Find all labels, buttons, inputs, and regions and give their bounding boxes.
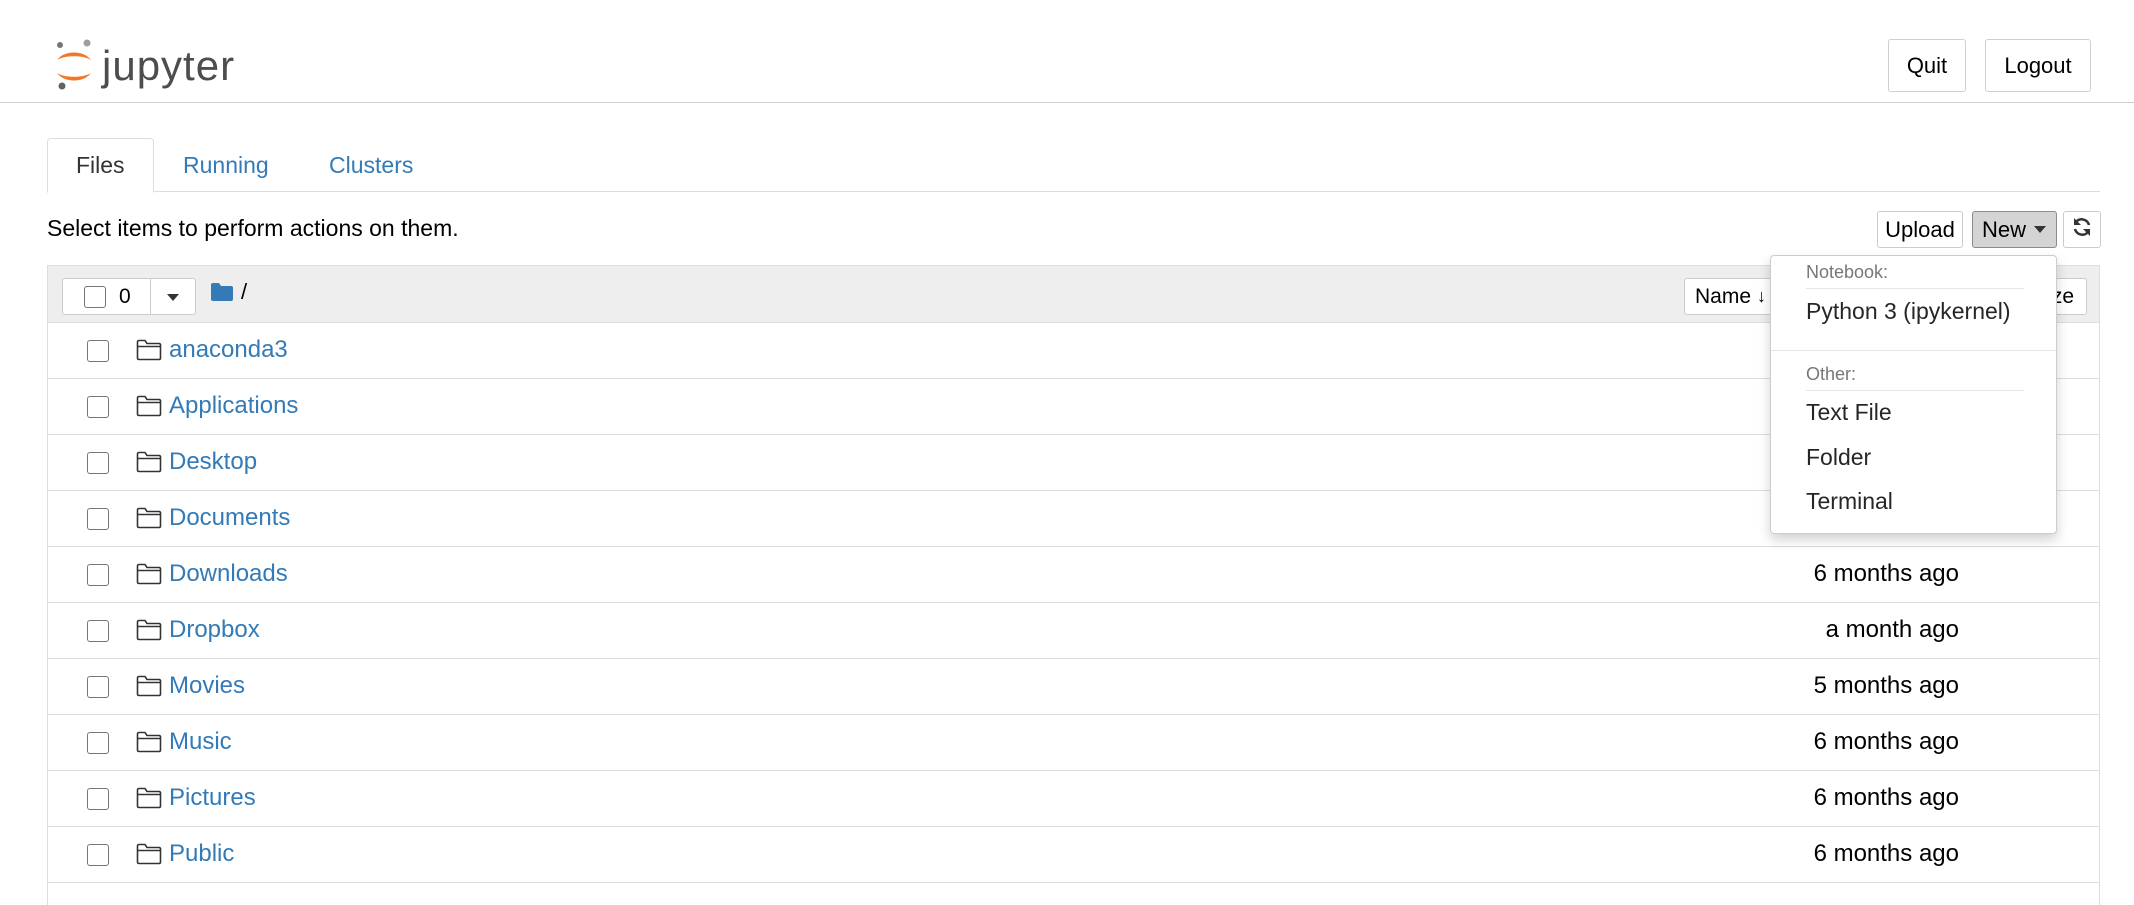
select-all-checkbox[interactable]	[84, 286, 106, 308]
row-checkbox[interactable]	[87, 396, 109, 418]
file-name-link[interactable]: Pictures	[169, 784, 256, 812]
file-modified-time: 6 months ago	[1813, 560, 1959, 587]
file-modified-time: 6 months ago	[1813, 784, 1959, 811]
jupyter-logo[interactable]: jupyter	[54, 38, 235, 94]
file-name-link[interactable]: Movies	[169, 672, 245, 700]
selection-hint: Select items to perform actions on them.	[47, 215, 459, 241]
menu-item-python3-notebook[interactable]: Python 3 (ipykernel)	[1806, 298, 2011, 325]
row-checkbox[interactable]	[87, 788, 109, 810]
file-row[interactable]: Dropbox a month ago	[48, 603, 2099, 659]
row-checkbox[interactable]	[87, 620, 109, 642]
file-row[interactable]: Movies 5 months ago	[48, 659, 2099, 715]
file-row[interactable]: Music 6 months ago	[48, 715, 2099, 771]
folder-outline-icon	[136, 731, 162, 753]
new-dropdown-menu: Notebook: Python 3 (ipykernel) Other: Te…	[1770, 255, 2057, 534]
folder-outline-icon	[136, 507, 162, 529]
refresh-icon	[2071, 216, 2093, 244]
new-button-label: New	[1982, 216, 2027, 242]
quit-button[interactable]: Quit	[1888, 39, 1966, 92]
menu-item-folder[interactable]: Folder	[1806, 444, 1871, 471]
folder-outline-icon	[136, 451, 162, 473]
caret-down-icon	[2034, 226, 2047, 233]
folder-outline-icon	[136, 563, 162, 585]
sort-name-label: Name	[1695, 284, 1752, 308]
jupyter-logo-text: jupyter	[102, 42, 236, 89]
file-row[interactable]: Pictures 6 months ago	[48, 771, 2099, 827]
refresh-button[interactable]	[2063, 211, 2101, 248]
file-name-link[interactable]: Documents	[169, 504, 290, 532]
file-name-link[interactable]: anaconda3	[169, 336, 288, 364]
file-modified-time: a month ago	[1825, 616, 1959, 643]
file-modified-time: 5 months ago	[1813, 672, 1959, 699]
menu-header-underline	[1806, 390, 2024, 391]
file-row[interactable]: Public 6 months ago	[48, 827, 2099, 883]
selected-count: 0	[119, 285, 131, 308]
file-name-link[interactable]: Desktop	[169, 448, 257, 476]
tab-bar: Files Running Clusters	[47, 138, 2100, 193]
upload-button[interactable]: Upload	[1877, 211, 1963, 248]
tab-files[interactable]: Files	[47, 138, 154, 193]
row-checkbox[interactable]	[87, 676, 109, 698]
folder-outline-icon	[136, 339, 162, 361]
caret-down-icon	[167, 294, 179, 301]
file-name-link[interactable]: Downloads	[169, 560, 288, 588]
folder-outline-icon	[136, 675, 162, 697]
tab-running[interactable]: Running	[155, 138, 297, 192]
row-checkbox[interactable]	[87, 508, 109, 530]
row-checkbox[interactable]	[87, 340, 109, 362]
folder-outline-icon	[136, 395, 162, 417]
row-checkbox[interactable]	[87, 564, 109, 586]
file-modified-time: 6 months ago	[1813, 840, 1959, 867]
file-name-link[interactable]: Applications	[169, 392, 298, 420]
menu-header-underline	[1806, 288, 2024, 289]
jupyter-logo-icon	[54, 38, 98, 94]
logout-button[interactable]: Logout	[1985, 39, 2091, 92]
folder-outline-icon	[136, 787, 162, 809]
file-name-link[interactable]: Public	[169, 840, 234, 868]
folder-outline-icon	[136, 843, 162, 865]
menu-item-text-file[interactable]: Text File	[1806, 399, 1892, 426]
file-modified-time: 6 months ago	[1813, 728, 1959, 755]
menu-header-notebook: Notebook:	[1806, 262, 1889, 282]
menu-item-terminal[interactable]: Terminal	[1806, 488, 1893, 515]
file-row[interactable]: Downloads 6 months ago	[48, 547, 2099, 603]
menu-header-other: Other:	[1806, 364, 1857, 384]
folder-outline-icon	[136, 619, 162, 641]
tab-clusters[interactable]: Clusters	[301, 138, 441, 192]
row-checkbox[interactable]	[87, 452, 109, 474]
select-all-group: 0	[62, 278, 196, 315]
app-header: jupyter Quit Logout	[0, 0, 2134, 103]
folder-icon[interactable]	[211, 283, 233, 306]
menu-divider	[1771, 350, 2056, 351]
arrow-down-icon: ↓	[1757, 286, 1767, 306]
breadcrumb-root[interactable]: /	[241, 279, 247, 305]
file-name-link[interactable]: Music	[169, 728, 232, 756]
select-divider	[150, 279, 151, 314]
row-checkbox[interactable]	[87, 844, 109, 866]
file-name-link[interactable]: Dropbox	[169, 616, 260, 644]
new-dropdown-button[interactable]: New	[1972, 211, 2057, 248]
sort-by-name-button[interactable]: Name ↓	[1684, 278, 1774, 315]
select-menu-toggle[interactable]	[153, 279, 195, 314]
row-checkbox[interactable]	[87, 732, 109, 754]
